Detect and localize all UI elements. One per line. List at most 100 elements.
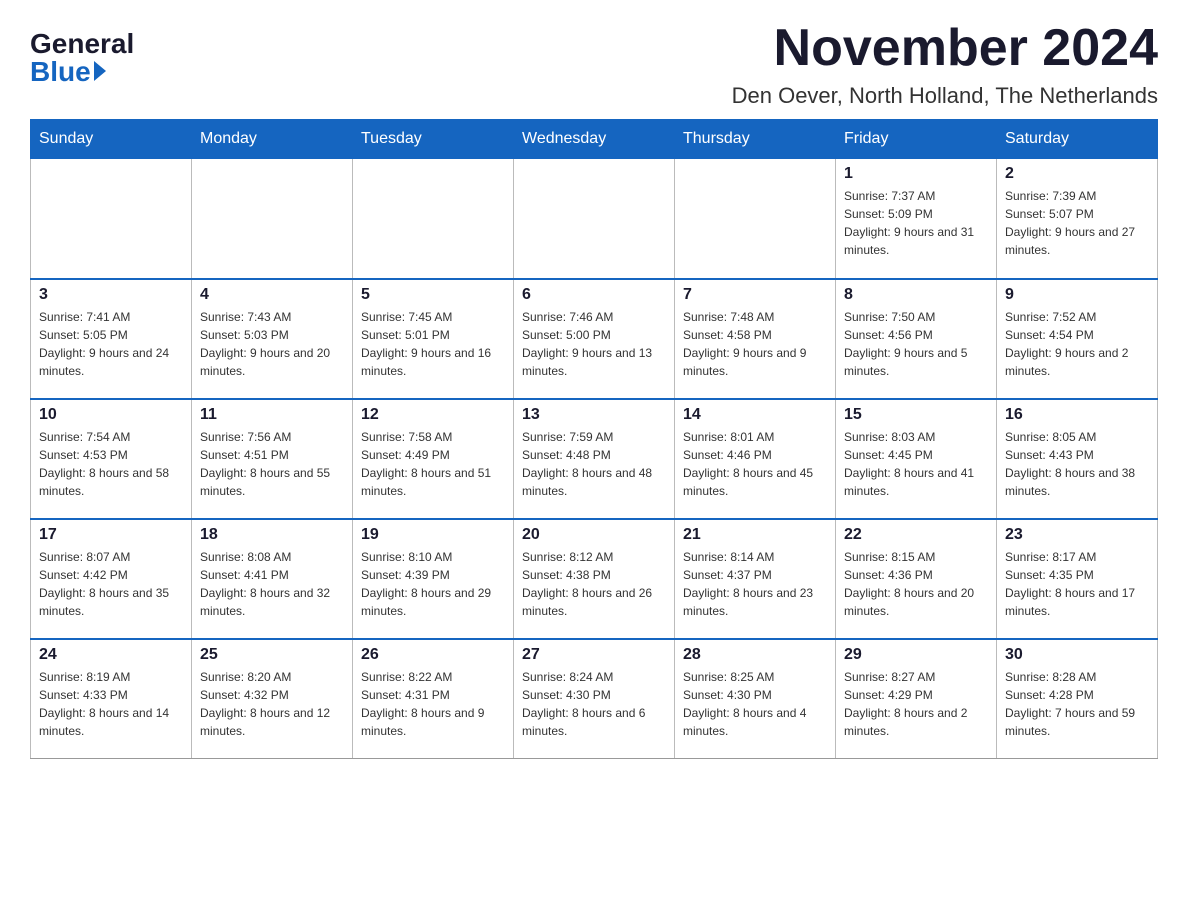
day-number: 24 <box>39 646 183 664</box>
day-number: 25 <box>200 646 344 664</box>
day-info: Sunrise: 8:01 AMSunset: 4:46 PMDaylight:… <box>683 428 827 500</box>
calendar-cell: 22Sunrise: 8:15 AMSunset: 4:36 PMDayligh… <box>836 519 997 639</box>
day-info: Sunrise: 8:28 AMSunset: 4:28 PMDaylight:… <box>1005 668 1149 740</box>
logo-blue-text: Blue <box>30 58 91 86</box>
day-number: 11 <box>200 406 344 424</box>
calendar-cell: 12 Sunrise: 7:58 AMSunset: 4:49 PMDayligh… <box>353 399 514 519</box>
day-number: 30 <box>1005 646 1149 664</box>
month-title: November 2024 <box>732 20 1158 77</box>
day-number: 14 <box>683 406 827 424</box>
day-info: Sunrise: 7:43 AMSunset: 5:03 PMDaylight:… <box>200 308 344 380</box>
calendar-cell: 20 Sunrise: 8:12 AMSunset: 4:38 PMDayligh… <box>514 519 675 639</box>
day-info: Sunrise: 8:25 AMSunset: 4:30 PMDaylight:… <box>683 668 827 740</box>
week-row-3: 10 Sunrise: 7:54 AMSunset: 4:53 PMDayligh… <box>31 399 1158 519</box>
weekday-header-thursday: Thursday <box>675 120 836 159</box>
weekday-header-saturday: Saturday <box>997 120 1158 159</box>
day-number: 3 <box>39 286 183 304</box>
day-info: Sunrise: 8:14 AMSunset: 4:37 PMDaylight:… <box>683 548 827 620</box>
day-info: Sunrise: 8:10 AMSunset: 4:39 PMDaylight:… <box>361 548 505 620</box>
week-row-5: 24Sunrise: 8:19 AMSunset: 4:33 PMDayligh… <box>31 639 1158 759</box>
day-number: 1 <box>844 165 988 183</box>
day-number: 8 <box>844 286 988 304</box>
day-number: 2 <box>1005 165 1149 183</box>
day-info: Sunrise: 8:22 AMSunset: 4:31 PMDaylight:… <box>361 668 505 740</box>
day-info: Sunrise: 8:03 AMSunset: 4:45 PMDaylight:… <box>844 428 988 500</box>
week-row-2: 3 Sunrise: 7:41 AMSunset: 5:05 PMDaylight… <box>31 279 1158 399</box>
logo-general-text: General <box>30 30 134 58</box>
day-info: Sunrise: 7:52 AMSunset: 4:54 PMDaylight:… <box>1005 308 1149 380</box>
day-info: Sunrise: 8:27 AMSunset: 4:29 PMDaylight:… <box>844 668 988 740</box>
calendar-cell: 7 Sunrise: 7:48 AMSunset: 4:58 PMDaylight… <box>675 279 836 399</box>
calendar-cell: 17 Sunrise: 8:07 AMSunset: 4:42 PMDayligh… <box>31 519 192 639</box>
day-info: Sunrise: 7:59 AMSunset: 4:48 PMDaylight:… <box>522 428 666 500</box>
day-info: Sunrise: 8:07 AMSunset: 4:42 PMDaylight:… <box>39 548 183 620</box>
day-number: 20 <box>522 526 666 544</box>
day-number: 12 <box>361 406 505 424</box>
day-info: Sunrise: 7:54 AMSunset: 4:53 PMDaylight:… <box>39 428 183 500</box>
weekday-header-tuesday: Tuesday <box>353 120 514 159</box>
calendar-cell <box>514 159 675 279</box>
calendar-cell: 2 Sunrise: 7:39 AMSunset: 5:07 PMDaylight… <box>997 159 1158 279</box>
weekday-header-monday: Monday <box>192 120 353 159</box>
page-header: General Blue November 2024 Den Oever, No… <box>30 20 1158 109</box>
day-info: Sunrise: 8:17 AMSunset: 4:35 PMDaylight:… <box>1005 548 1149 620</box>
logo: General Blue <box>30 20 134 86</box>
weekday-header-friday: Friday <box>836 120 997 159</box>
calendar-cell: 6 Sunrise: 7:46 AMSunset: 5:00 PMDaylight… <box>514 279 675 399</box>
day-info: Sunrise: 7:41 AMSunset: 5:05 PMDaylight:… <box>39 308 183 380</box>
calendar-cell <box>192 159 353 279</box>
calendar-cell: 1Sunrise: 7:37 AMSunset: 5:09 PMDaylight… <box>836 159 997 279</box>
day-info: Sunrise: 7:39 AMSunset: 5:07 PMDaylight:… <box>1005 187 1149 259</box>
calendar-cell: 4 Sunrise: 7:43 AMSunset: 5:03 PMDaylight… <box>192 279 353 399</box>
day-info: Sunrise: 8:15 AMSunset: 4:36 PMDaylight:… <box>844 548 988 620</box>
calendar-cell: 16 Sunrise: 8:05 AMSunset: 4:43 PMDayligh… <box>997 399 1158 519</box>
calendar-cell: 3 Sunrise: 7:41 AMSunset: 5:05 PMDaylight… <box>31 279 192 399</box>
calendar-cell <box>353 159 514 279</box>
day-number: 21 <box>683 526 827 544</box>
title-area: November 2024 Den Oever, North Holland, … <box>732 20 1158 109</box>
calendar-cell: 25 Sunrise: 8:20 AMSunset: 4:32 PMDayligh… <box>192 639 353 759</box>
calendar-cell: 24Sunrise: 8:19 AMSunset: 4:33 PMDayligh… <box>31 639 192 759</box>
day-number: 10 <box>39 406 183 424</box>
week-row-1: 1Sunrise: 7:37 AMSunset: 5:09 PMDaylight… <box>31 159 1158 279</box>
day-info: Sunrise: 7:45 AMSunset: 5:01 PMDaylight:… <box>361 308 505 380</box>
day-number: 23 <box>1005 526 1149 544</box>
day-number: 6 <box>522 286 666 304</box>
day-info: Sunrise: 7:58 AMSunset: 4:49 PMDaylight:… <box>361 428 505 500</box>
calendar-cell: 10 Sunrise: 7:54 AMSunset: 4:53 PMDayligh… <box>31 399 192 519</box>
calendar-cell: 23 Sunrise: 8:17 AMSunset: 4:35 PMDayligh… <box>997 519 1158 639</box>
day-number: 19 <box>361 526 505 544</box>
calendar-cell: 28 Sunrise: 8:25 AMSunset: 4:30 PMDayligh… <box>675 639 836 759</box>
weekday-header-sunday: Sunday <box>31 120 192 159</box>
calendar-cell: 11 Sunrise: 7:56 AMSunset: 4:51 PMDayligh… <box>192 399 353 519</box>
calendar-cell: 9Sunrise: 7:52 AMSunset: 4:54 PMDaylight… <box>997 279 1158 399</box>
day-info: Sunrise: 8:12 AMSunset: 4:38 PMDaylight:… <box>522 548 666 620</box>
day-info: Sunrise: 7:46 AMSunset: 5:00 PMDaylight:… <box>522 308 666 380</box>
day-number: 18 <box>200 526 344 544</box>
day-number: 28 <box>683 646 827 664</box>
day-number: 17 <box>39 526 183 544</box>
calendar-cell: 21 Sunrise: 8:14 AMSunset: 4:37 PMDayligh… <box>675 519 836 639</box>
calendar-cell: 19 Sunrise: 8:10 AMSunset: 4:39 PMDayligh… <box>353 519 514 639</box>
calendar-cell: 30 Sunrise: 8:28 AMSunset: 4:28 PMDayligh… <box>997 639 1158 759</box>
calendar-cell: 26Sunrise: 8:22 AMSunset: 4:31 PMDayligh… <box>353 639 514 759</box>
day-number: 7 <box>683 286 827 304</box>
location-title: Den Oever, North Holland, The Netherland… <box>732 83 1158 109</box>
day-number: 29 <box>844 646 988 664</box>
calendar-cell <box>31 159 192 279</box>
day-number: 4 <box>200 286 344 304</box>
calendar-cell <box>675 159 836 279</box>
calendar-cell: 29 Sunrise: 8:27 AMSunset: 4:29 PMDayligh… <box>836 639 997 759</box>
day-number: 16 <box>1005 406 1149 424</box>
calendar-table: SundayMondayTuesdayWednesdayThursdayFrid… <box>30 119 1158 759</box>
day-number: 15 <box>844 406 988 424</box>
day-info: Sunrise: 8:20 AMSunset: 4:32 PMDaylight:… <box>200 668 344 740</box>
calendar-cell: 5 Sunrise: 7:45 AMSunset: 5:01 PMDaylight… <box>353 279 514 399</box>
day-number: 5 <box>361 286 505 304</box>
calendar-cell: 14 Sunrise: 8:01 AMSunset: 4:46 PMDayligh… <box>675 399 836 519</box>
calendar-cell: 27Sunrise: 8:24 AMSunset: 4:30 PMDayligh… <box>514 639 675 759</box>
day-info: Sunrise: 7:48 AMSunset: 4:58 PMDaylight:… <box>683 308 827 380</box>
week-row-4: 17 Sunrise: 8:07 AMSunset: 4:42 PMDayligh… <box>31 519 1158 639</box>
day-info: Sunrise: 8:05 AMSunset: 4:43 PMDaylight:… <box>1005 428 1149 500</box>
day-info: Sunrise: 7:56 AMSunset: 4:51 PMDaylight:… <box>200 428 344 500</box>
